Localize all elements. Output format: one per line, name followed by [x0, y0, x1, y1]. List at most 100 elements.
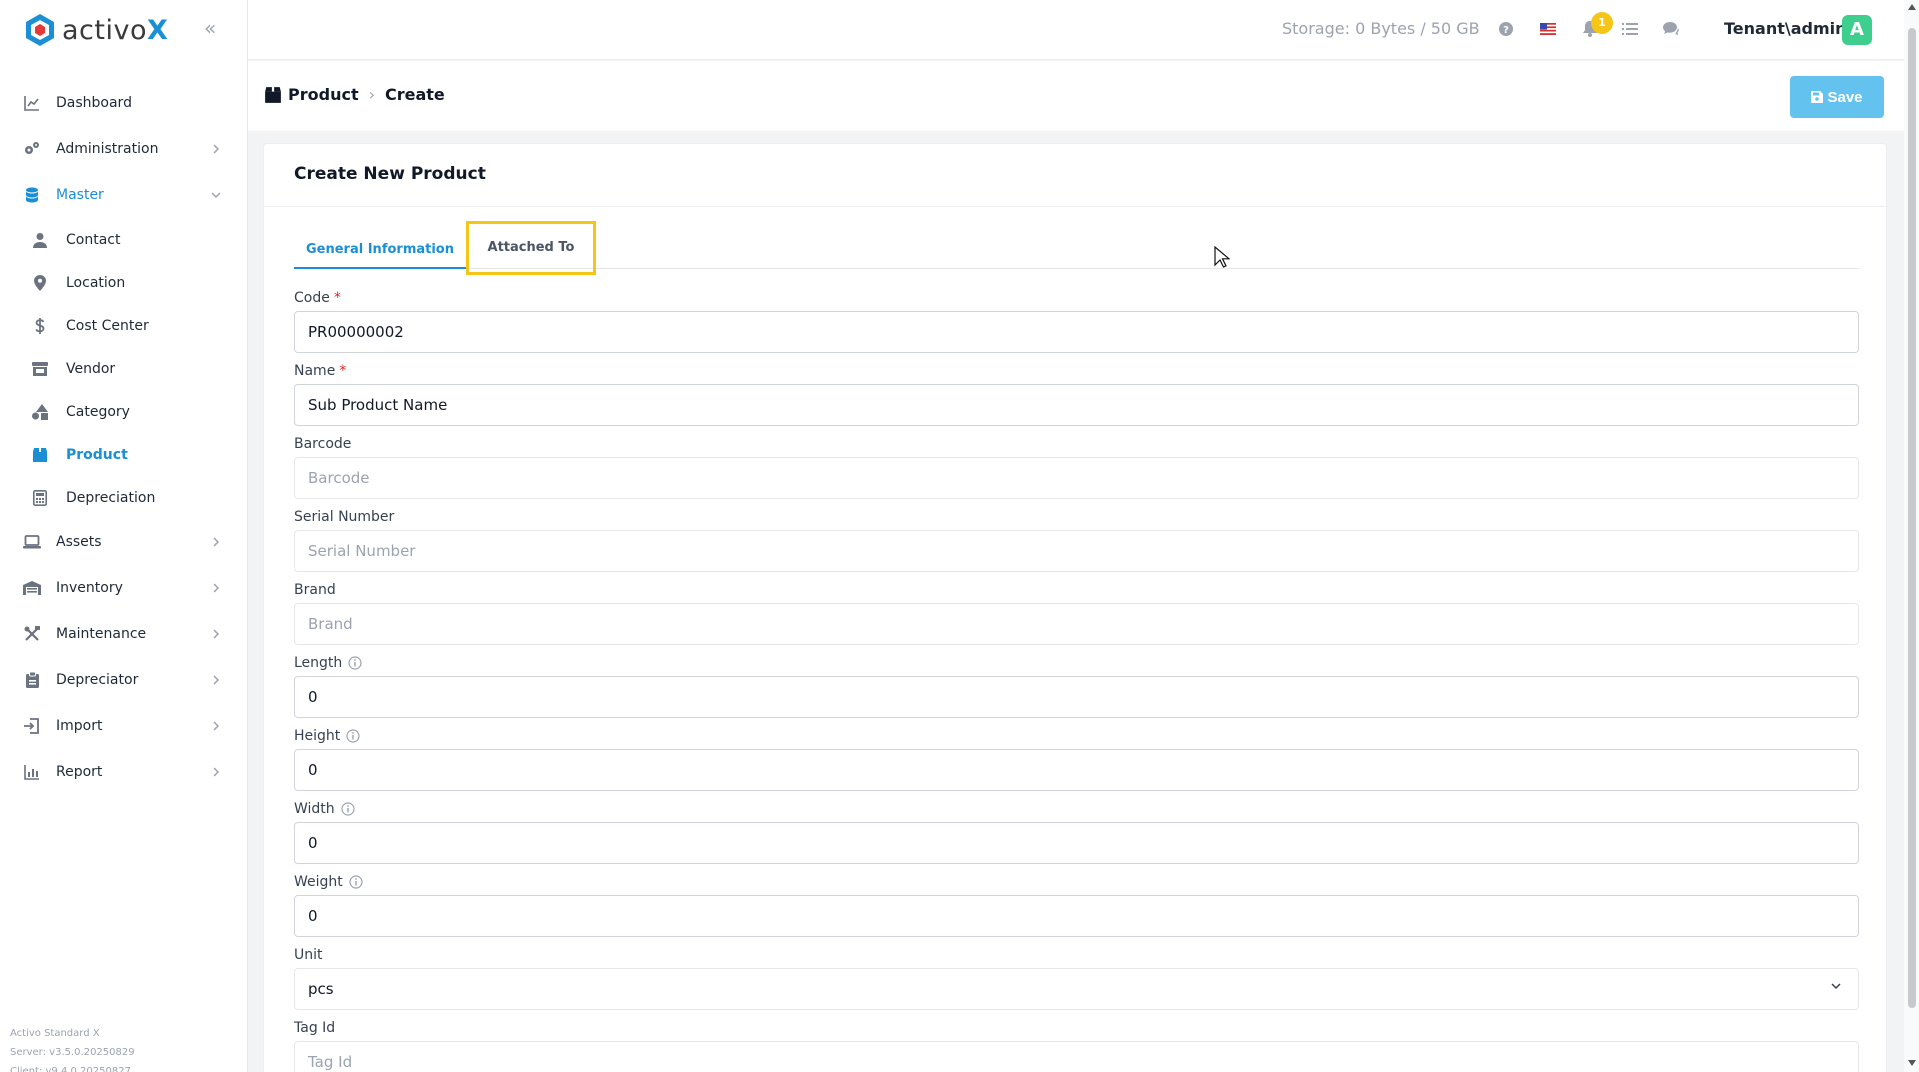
topbar: Storage: 0 Bytes / 50 GB ? 1 Tenant\admi… [248, 0, 1919, 60]
sidebar-item-import[interactable]: Import [0, 703, 248, 749]
sidebar-item-label: Master [56, 187, 104, 203]
store-icon [30, 359, 50, 379]
tab-attached-to[interactable]: Attached To [466, 221, 596, 275]
sidebar-item-product[interactable]: Product [0, 433, 248, 476]
sidebar-item-category[interactable]: Category [0, 390, 248, 433]
scrollbar-thumb[interactable] [1908, 28, 1916, 1008]
calculator-icon [30, 488, 50, 508]
code-input[interactable]: PR00000002 [294, 311, 1859, 353]
save-button-label: Save [1827, 88, 1863, 106]
chevron-right-icon [213, 629, 220, 639]
chevron-right-icon [213, 583, 220, 593]
create-product-card: Create New Product General Information A… [263, 143, 1887, 1072]
sidebar-item-label: Dashboard [56, 95, 132, 111]
weight-input[interactable]: 0 [294, 895, 1859, 937]
sidebar-item-label: Contact [66, 231, 121, 248]
brand-input[interactable]: Brand [294, 603, 1859, 645]
unit-label: Unit [294, 947, 323, 963]
tab-bar: General Information Attached To [294, 221, 1859, 275]
sidebar-item-depreciator[interactable]: Depreciator [0, 657, 248, 703]
sidebar-item-vendor[interactable]: Vendor [0, 347, 248, 390]
serial-number-label: Serial Number [294, 509, 395, 525]
bar-chart-icon [22, 762, 42, 782]
dollar-icon [30, 316, 50, 336]
map-pin-icon [30, 273, 50, 293]
chart-line-icon [22, 93, 42, 113]
info-icon[interactable] [348, 656, 362, 670]
sidebar-item-inventory[interactable]: Inventory [0, 565, 248, 611]
scroll-up-icon[interactable] [1907, 2, 1917, 12]
import-icon [22, 716, 42, 736]
sidebar-item-cost-center[interactable]: Cost Center [0, 304, 248, 347]
sidebar-item-contact[interactable]: Contact [0, 218, 248, 261]
code-field: Code * PR00000002 [294, 288, 1859, 353]
chat-icon[interactable] [1662, 19, 1682, 39]
tab-general-information[interactable]: General Information [294, 224, 466, 269]
chevron-right-icon [213, 721, 220, 731]
shapes-icon [30, 402, 50, 422]
unit-select[interactable]: pcs [294, 968, 1859, 1010]
info-icon[interactable] [346, 729, 360, 743]
save-button[interactable]: Save [1790, 76, 1884, 118]
sidebar-item-report[interactable]: Report [0, 749, 248, 795]
clipboard-icon [22, 670, 42, 690]
name-field: Name * Sub Product Name [294, 361, 1859, 426]
height-field: Height 0 [294, 726, 1859, 791]
width-label: Width [294, 801, 335, 817]
sidebar-item-depreciation[interactable]: Depreciation [0, 476, 248, 519]
avatar[interactable]: A [1842, 15, 1872, 45]
barcode-input[interactable]: Barcode [294, 457, 1859, 499]
us-flag-icon[interactable] [1538, 19, 1558, 39]
weight-field: Weight 0 [294, 872, 1859, 937]
current-user[interactable]: Tenant\admin [1724, 19, 1847, 38]
sidebar-item-label: Report [56, 764, 103, 780]
sidebar: activoX « Dashboard Administration Maste… [0, 0, 248, 1072]
name-input[interactable]: Sub Product Name [294, 384, 1859, 426]
task-list-icon[interactable] [1620, 19, 1640, 39]
sidebar-item-label: Maintenance [56, 626, 147, 642]
chevron-down-icon [211, 192, 221, 199]
sidebar-item-location[interactable]: Location [0, 261, 248, 304]
edition-label: Activo Standard X [10, 1028, 100, 1039]
client-version: Client: v9.4.0.20250827 [10, 1066, 131, 1072]
sidebar-item-assets[interactable]: Assets [0, 519, 248, 565]
version-info: Activo Standard X Server: v3.5.0.2025082… [10, 1024, 135, 1072]
sidebar-item-dashboard[interactable]: Dashboard [0, 80, 248, 126]
serial-number-input[interactable]: Serial Number [294, 530, 1859, 572]
database-icon [22, 185, 42, 205]
breadcrumb-current: Create [385, 85, 445, 104]
sidebar-item-label: Administration [56, 141, 159, 157]
width-input[interactable]: 0 [294, 822, 1859, 864]
chevron-right-icon [213, 537, 220, 547]
width-field: Width 0 [294, 799, 1859, 864]
gears-icon [22, 139, 42, 159]
notification-badge: 1 [1591, 12, 1613, 34]
sidebar-item-label: Category [66, 403, 130, 420]
activox-logo-icon [26, 14, 54, 46]
info-icon[interactable] [349, 875, 363, 889]
user-icon [30, 230, 50, 250]
required-marker: * [333, 290, 341, 306]
sidebar-item-label: Location [66, 274, 126, 291]
info-icon[interactable] [341, 802, 355, 816]
logo[interactable]: activoX [22, 12, 168, 48]
sidebar-item-maintenance[interactable]: Maintenance [0, 611, 248, 657]
svg-text:?: ? [1503, 25, 1509, 36]
divider [264, 206, 1886, 207]
chevron-right-icon [213, 675, 220, 685]
scroll-down-icon[interactable] [1907, 1058, 1917, 1068]
sidebar-item-label: Cost Center [66, 317, 149, 334]
height-label: Height [294, 728, 341, 744]
sidebar-menu: Dashboard Administration Master Contact … [0, 80, 248, 795]
length-input[interactable]: 0 [294, 676, 1859, 718]
length-label: Length [294, 655, 343, 671]
storage-usage: Storage: 0 Bytes / 50 GB [1282, 19, 1480, 38]
length-field: Length 0 [294, 653, 1859, 718]
collapse-sidebar-icon[interactable]: « [204, 18, 224, 38]
sidebar-item-master[interactable]: Master [0, 172, 248, 218]
tag-id-input[interactable]: Tag Id [294, 1041, 1859, 1072]
sidebar-item-administration[interactable]: Administration [0, 126, 248, 172]
breadcrumb-product[interactable]: Product [288, 85, 359, 104]
height-input[interactable]: 0 [294, 749, 1859, 791]
help-icon[interactable]: ? [1496, 19, 1516, 39]
